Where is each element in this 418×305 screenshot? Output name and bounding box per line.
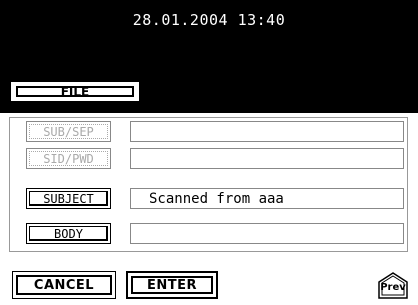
body-label: BODY xyxy=(54,226,83,241)
subject-button[interactable]: SUBJECT xyxy=(26,188,111,209)
sub-sep-button: SUB/SEP xyxy=(26,121,111,142)
status-bar: 28.01.2004 13:40 FILE xyxy=(0,0,418,113)
sid-pwd-button: SID/PWD xyxy=(26,148,111,169)
sub-sep-label: SUB/SEP xyxy=(43,124,94,139)
cancel-label: CANCEL xyxy=(33,277,95,293)
subject-field: Scanned from aaa xyxy=(130,188,404,209)
prev-label: Prev xyxy=(380,282,406,293)
sid-pwd-label: SID/PWD xyxy=(43,151,94,166)
footer-divider xyxy=(0,262,418,263)
sid-pwd-field xyxy=(130,148,404,169)
body-button[interactable]: BODY xyxy=(26,223,111,244)
datetime-display: 28.01.2004 13:40 xyxy=(132,11,286,29)
tab-file-label: FILE xyxy=(16,85,134,99)
cancel-button[interactable]: CANCEL xyxy=(12,271,116,299)
body-field xyxy=(130,223,404,244)
scan-email-screen: 28.01.2004 13:40 FILE SUB/SEP SID/PWD SU… xyxy=(0,0,418,305)
tab-file[interactable]: FILE xyxy=(11,82,139,101)
enter-label: ENTER xyxy=(146,277,198,293)
enter-button[interactable]: ENTER xyxy=(126,271,218,299)
sub-sep-field xyxy=(130,121,404,142)
prev-button[interactable]: Prev xyxy=(378,272,408,299)
subject-label: SUBJECT xyxy=(43,191,94,206)
